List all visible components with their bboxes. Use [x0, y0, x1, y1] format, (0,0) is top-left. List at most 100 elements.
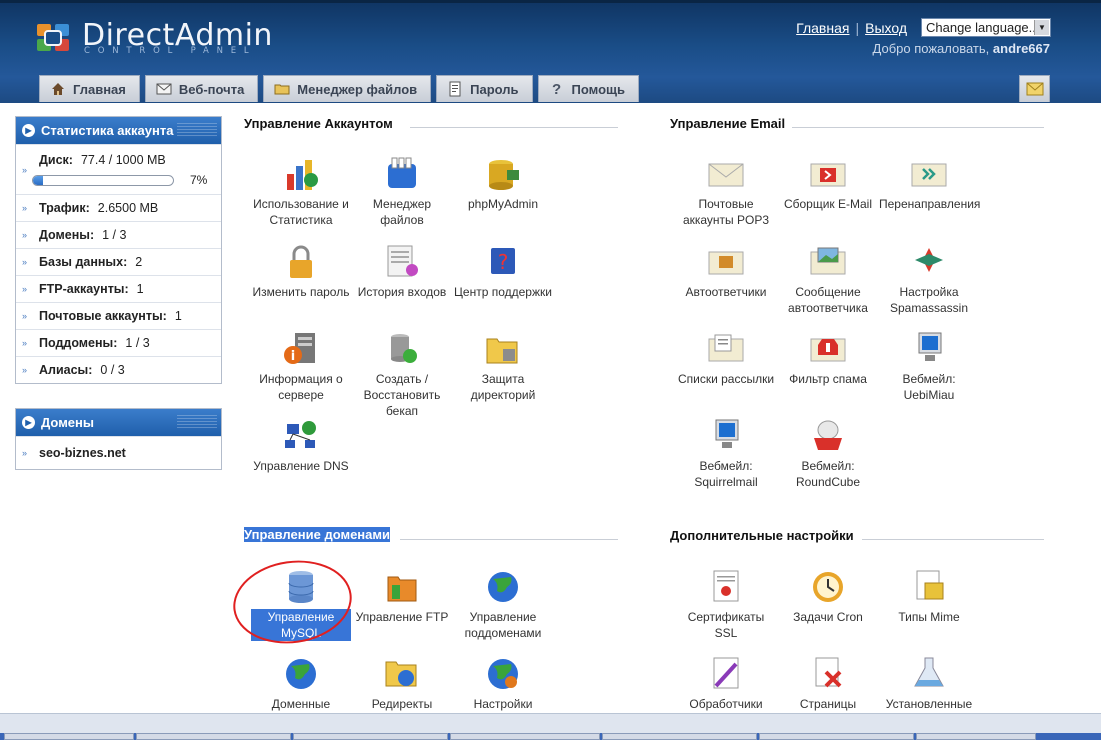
- item-label: История входов: [357, 285, 447, 299]
- taskbar-button[interactable]: [293, 733, 448, 740]
- main-tabs: Главная Веб-почта Менеджер файлов Пароль…: [39, 75, 639, 102]
- item-label: Доменные: [271, 697, 331, 711]
- item-webmail-squirrelmail[interactable]: Вебмейл: Squirrelmail: [676, 418, 776, 490]
- item-label: Центр поддержки: [454, 285, 552, 299]
- arrow-right-icon: ▶: [22, 416, 35, 429]
- tab-password-label: Пароль: [470, 81, 519, 97]
- taskbar-button[interactable]: [136, 733, 291, 740]
- item-label: Сборщик E-Mail: [783, 197, 873, 211]
- item-subdomain-management[interactable]: Управление поддоменами: [453, 569, 553, 641]
- section-divider: [400, 539, 618, 540]
- item-mysql-management[interactable]: Управление MySQL: [251, 569, 351, 641]
- item-autoresponders[interactable]: Автоответчики: [676, 244, 776, 300]
- item-domain-settings[interactable]: Настройки: [453, 656, 553, 712]
- tab-webmail-label: Веб-почта: [178, 81, 245, 97]
- item-label: phpMyAdmin: [467, 197, 539, 211]
- item-ssl-certificates[interactable]: Сертификаты SSL: [676, 569, 776, 641]
- tab-webmail[interactable]: Веб-почта: [144, 75, 259, 102]
- item-change-password[interactable]: Изменить пароль: [251, 244, 351, 300]
- item-file-manager[interactable]: Менеджер файлов: [352, 156, 452, 228]
- stat-value: 2: [135, 255, 143, 269]
- stat-row-traffic: » Трафик: 2.6500 MB: [16, 194, 221, 221]
- section-title-email: Управление Email: [670, 116, 786, 131]
- item-protected-directories[interactable]: Защита директорий: [453, 331, 553, 403]
- taskbar-button[interactable]: [4, 733, 134, 740]
- item-pop3-accounts[interactable]: Почтовые аккаунты POP3: [676, 156, 776, 228]
- item-cron-jobs[interactable]: Задачи Cron: [778, 569, 878, 625]
- chevron-down-icon[interactable]: ▼: [1034, 20, 1049, 35]
- item-label: Установленные: [885, 697, 973, 711]
- webmail-squirrelmail-icon: [715, 419, 739, 448]
- taskbar-button[interactable]: [450, 733, 600, 740]
- item-mime-types[interactable]: Типы Mime: [879, 569, 979, 625]
- domain-item[interactable]: » seo-biznes.net: [16, 436, 221, 469]
- header-stripes: [177, 415, 217, 429]
- chevron-right-icon: »: [22, 365, 28, 375]
- dns-icon: [285, 421, 316, 448]
- stat-value: 1: [136, 282, 144, 296]
- item-domain-pointers[interactable]: Доменные: [251, 656, 351, 712]
- item-phpmyadmin[interactable]: phpMyAdmin: [453, 156, 553, 212]
- chevron-right-icon: »: [22, 165, 28, 175]
- item-redirects[interactable]: Редиректы: [352, 656, 452, 712]
- item-vacation-message[interactable]: Сообщение автоответчика: [778, 244, 878, 316]
- messages-button[interactable]: [1019, 75, 1050, 102]
- tab-password[interactable]: Пароль: [436, 75, 533, 102]
- item-mailing-lists[interactable]: Списки рассылки: [676, 331, 776, 387]
- item-handlers[interactable]: Обработчики: [676, 656, 776, 712]
- error-pages-icon: [815, 657, 842, 688]
- statistics-icon: [287, 160, 318, 190]
- domain-link[interactable]: seo-biznes.net: [39, 446, 126, 460]
- language-select[interactable]: Change language... ▼: [921, 18, 1051, 37]
- tab-home[interactable]: Главная: [39, 75, 140, 102]
- item-server-info[interactable]: i Информация о сервере: [251, 331, 351, 403]
- item-catch-all[interactable]: Сборщик E-Mail: [778, 156, 878, 212]
- item-label: Создать / Восстановить бекап: [363, 372, 441, 418]
- item-spamassassin[interactable]: Настройка Spamassassin: [879, 244, 979, 316]
- item-label: Защита директорий: [470, 372, 536, 402]
- account-stats-header: ▶ Статистика аккаунта: [16, 117, 221, 144]
- tab-help[interactable]: ? Помощь: [537, 75, 639, 102]
- mail-accounts-icon: [708, 163, 744, 187]
- item-dns-management[interactable]: Управление DNS: [251, 418, 351, 474]
- item-installed-modules[interactable]: Установленные: [879, 656, 979, 712]
- stat-row-aliases: » Алиасы: 0 / 3: [16, 356, 221, 383]
- os-taskbar: [0, 733, 1101, 740]
- autoresponder-icon: [708, 251, 744, 275]
- item-login-history[interactable]: История входов: [352, 244, 452, 300]
- stat-label: Поддомены:: [39, 336, 118, 350]
- taskbar-button[interactable]: [916, 733, 1036, 740]
- login-history-icon: [387, 245, 418, 277]
- cron-clock-icon: [813, 572, 843, 602]
- section-title-advanced: Дополнительные настройки: [670, 528, 854, 543]
- domains-title: Домены: [41, 415, 94, 430]
- stat-label: FTP-аккаунты:: [39, 282, 129, 296]
- item-label: Обработчики: [689, 697, 763, 711]
- stat-row-subdomains: » Поддомены: 1 / 3: [16, 329, 221, 356]
- envelope-icon: [156, 81, 172, 97]
- item-label: Вебмейл: RoundCube: [795, 459, 861, 489]
- header: DirectAdmin CONTROL PANEL Главная | Выхо…: [0, 0, 1101, 103]
- taskbar-button[interactable]: [759, 733, 914, 740]
- logout-link[interactable]: Выход: [865, 20, 907, 36]
- item-error-pages[interactable]: Страницы: [778, 656, 878, 712]
- item-label: Менеджер файлов: [372, 197, 432, 227]
- item-label: Списки рассылки: [677, 372, 775, 386]
- item-usage-statistics[interactable]: Использование и Статистика: [251, 156, 351, 228]
- chevron-right-icon: »: [22, 203, 28, 213]
- link-separator: |: [855, 19, 860, 36]
- taskbar-button[interactable]: [602, 733, 757, 740]
- item-webmail-uebimiau[interactable]: Вебмейл: UebiMiau: [879, 331, 979, 403]
- item-ftp-management[interactable]: Управление FTP: [352, 569, 452, 625]
- home-link[interactable]: Главная: [796, 20, 849, 36]
- item-spam-filter[interactable]: Фильтр спама: [778, 331, 878, 387]
- spam-filter-icon: [810, 338, 846, 362]
- top-links: Главная | Выход Change language... ▼: [796, 18, 1051, 37]
- vacation-message-icon: [810, 247, 846, 275]
- tab-file-manager[interactable]: Менеджер файлов: [263, 75, 432, 102]
- item-backup[interactable]: Создать / Восстановить бекап: [352, 331, 452, 419]
- item-support-center[interactable]: ? Центр поддержки: [453, 244, 553, 300]
- item-webmail-roundcube[interactable]: Вебмейл: RoundCube: [778, 418, 878, 490]
- stat-row-disk: » Диск: 77.4 / 1000 MB 7%: [16, 144, 221, 194]
- item-forwarders[interactable]: Перенаправления: [879, 156, 980, 212]
